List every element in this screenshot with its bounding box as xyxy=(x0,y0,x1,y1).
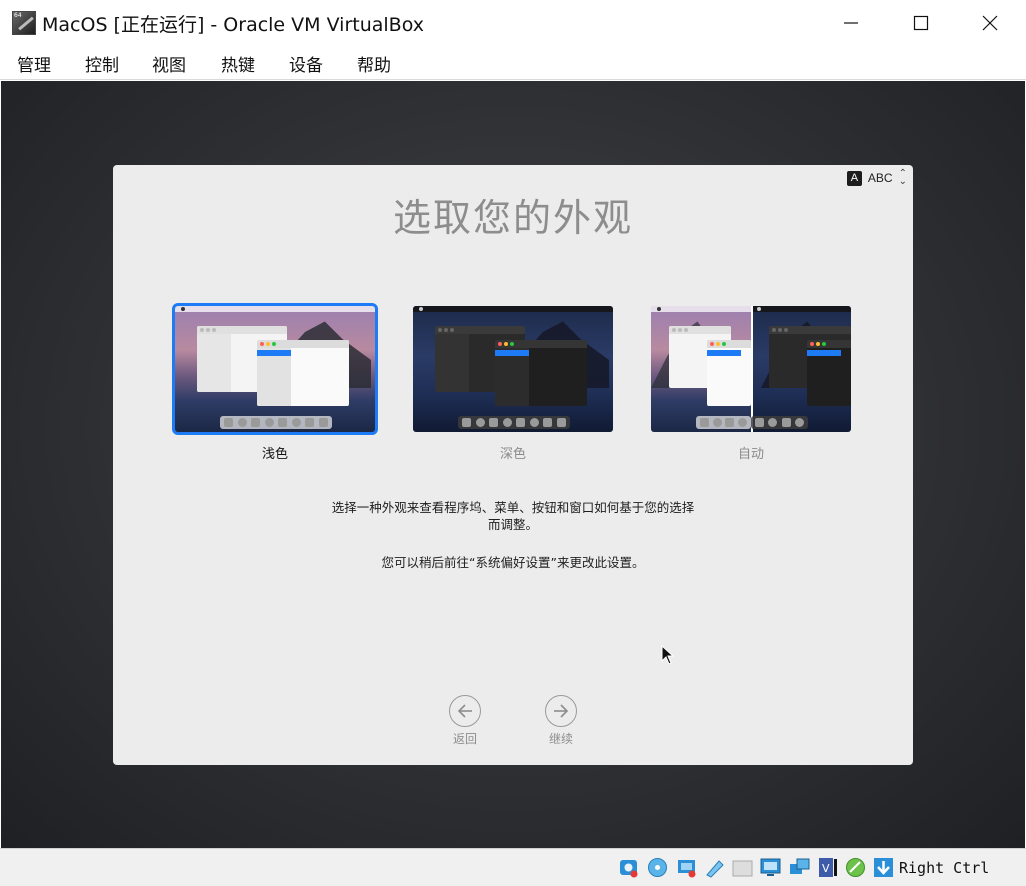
svg-text:V: V xyxy=(822,862,830,875)
keyboard-icon[interactable] xyxy=(872,856,895,879)
minimize-icon xyxy=(844,21,858,24)
maximize-icon xyxy=(913,15,929,30)
virtualbox-app-icon: 64 xyxy=(12,11,36,35)
arrow-right-icon xyxy=(554,704,569,718)
page-title: 选取您的外观 xyxy=(392,196,633,240)
app-icon-badge: 64 xyxy=(14,12,22,19)
continue-button[interactable]: 继续 xyxy=(531,695,591,747)
host-key-label: Right Ctrl xyxy=(899,859,990,877)
audio-icon[interactable] xyxy=(675,856,698,879)
appearance-option-dark[interactable]: 深色 xyxy=(410,303,616,462)
description-text: 选择一种外观来查看程序坞、菜单、按钮和窗口如何基于您的选择 而调整。 xyxy=(113,499,913,533)
usb-icon[interactable] xyxy=(731,856,754,879)
optical-disk-icon[interactable] xyxy=(646,856,669,879)
display-icon[interactable] xyxy=(788,856,811,879)
recording-icon[interactable]: V xyxy=(816,856,839,879)
menu-bar: 管理 控制 视图 热键 设备 帮助 xyxy=(0,45,1026,80)
input-source-badge: A xyxy=(846,170,862,186)
appearance-preview-light xyxy=(175,306,375,432)
arrow-left-icon xyxy=(457,704,472,718)
mouse-integration-icon[interactable] xyxy=(844,856,867,879)
back-button[interactable]: 返回 xyxy=(435,695,495,747)
description-note: 您可以稍后前往“系统偏好设置”来更改此设置。 xyxy=(381,555,645,570)
menu-help[interactable]: 帮助 xyxy=(357,51,391,76)
menu-hotkeys[interactable]: 热键 xyxy=(221,51,255,76)
maximize-button[interactable] xyxy=(886,0,956,45)
appearance-thumb-dark-frame xyxy=(410,303,616,435)
close-button[interactable] xyxy=(955,0,1025,45)
appearance-option-light[interactable]: 浅色 xyxy=(172,303,378,462)
appearance-label-dark: 深色 xyxy=(499,447,526,462)
back-label: 返回 xyxy=(452,732,477,746)
menu-view[interactable]: 视图 xyxy=(152,51,186,76)
network-icon[interactable] xyxy=(703,856,726,879)
status-bar: V Right Ctrl xyxy=(0,848,1026,886)
mouse-cursor-icon xyxy=(661,645,675,665)
continue-label: 继续 xyxy=(548,732,573,746)
appearance-option-auto[interactable]: 自动 xyxy=(648,303,854,462)
setup-assistant-sheet: A ABC ⌃ ⌄ 选取您的外观 浅色 深色 自动 选择一种外观来查看程序坞、菜… xyxy=(113,165,913,765)
window-title: MacOS [正在运行] - Oracle VM VirtualBox xyxy=(42,14,424,36)
hard-disk-icon[interactable] xyxy=(617,856,640,879)
menu-devices[interactable]: 设备 xyxy=(289,51,323,76)
minimize-button[interactable] xyxy=(816,0,886,45)
description-line-1: 选择一种外观来查看程序坞、菜单、按钮和窗口如何基于您的选择 xyxy=(331,500,695,515)
menu-manage[interactable]: 管理 xyxy=(17,51,51,76)
menu-control[interactable]: 控制 xyxy=(85,51,119,76)
input-source-menu[interactable]: A ABC ⌃ ⌄ xyxy=(846,168,907,187)
appearance-label-light: 浅色 xyxy=(261,447,288,462)
close-icon xyxy=(982,15,998,30)
chevron-updown-icon: ⌃ ⌄ xyxy=(898,168,907,187)
input-source-label: ABC xyxy=(867,171,893,185)
appearance-label-auto: 自动 xyxy=(737,447,764,462)
title-bar: 64 MacOS [正在运行] - Oracle VM VirtualBox xyxy=(0,0,1026,45)
appearance-preview-dark xyxy=(413,306,613,432)
vm-display[interactable]: A ABC ⌃ ⌄ 选取您的外观 浅色 深色 自动 选择一种外观来查看程序坞、菜… xyxy=(1,81,1025,848)
appearance-preview-auto xyxy=(651,306,851,432)
shared-folders-icon[interactable] xyxy=(759,856,782,879)
appearance-thumb-light-frame xyxy=(172,303,378,435)
description-line-2: 而调整。 xyxy=(487,517,538,532)
appearance-thumb-auto-frame xyxy=(648,303,854,435)
